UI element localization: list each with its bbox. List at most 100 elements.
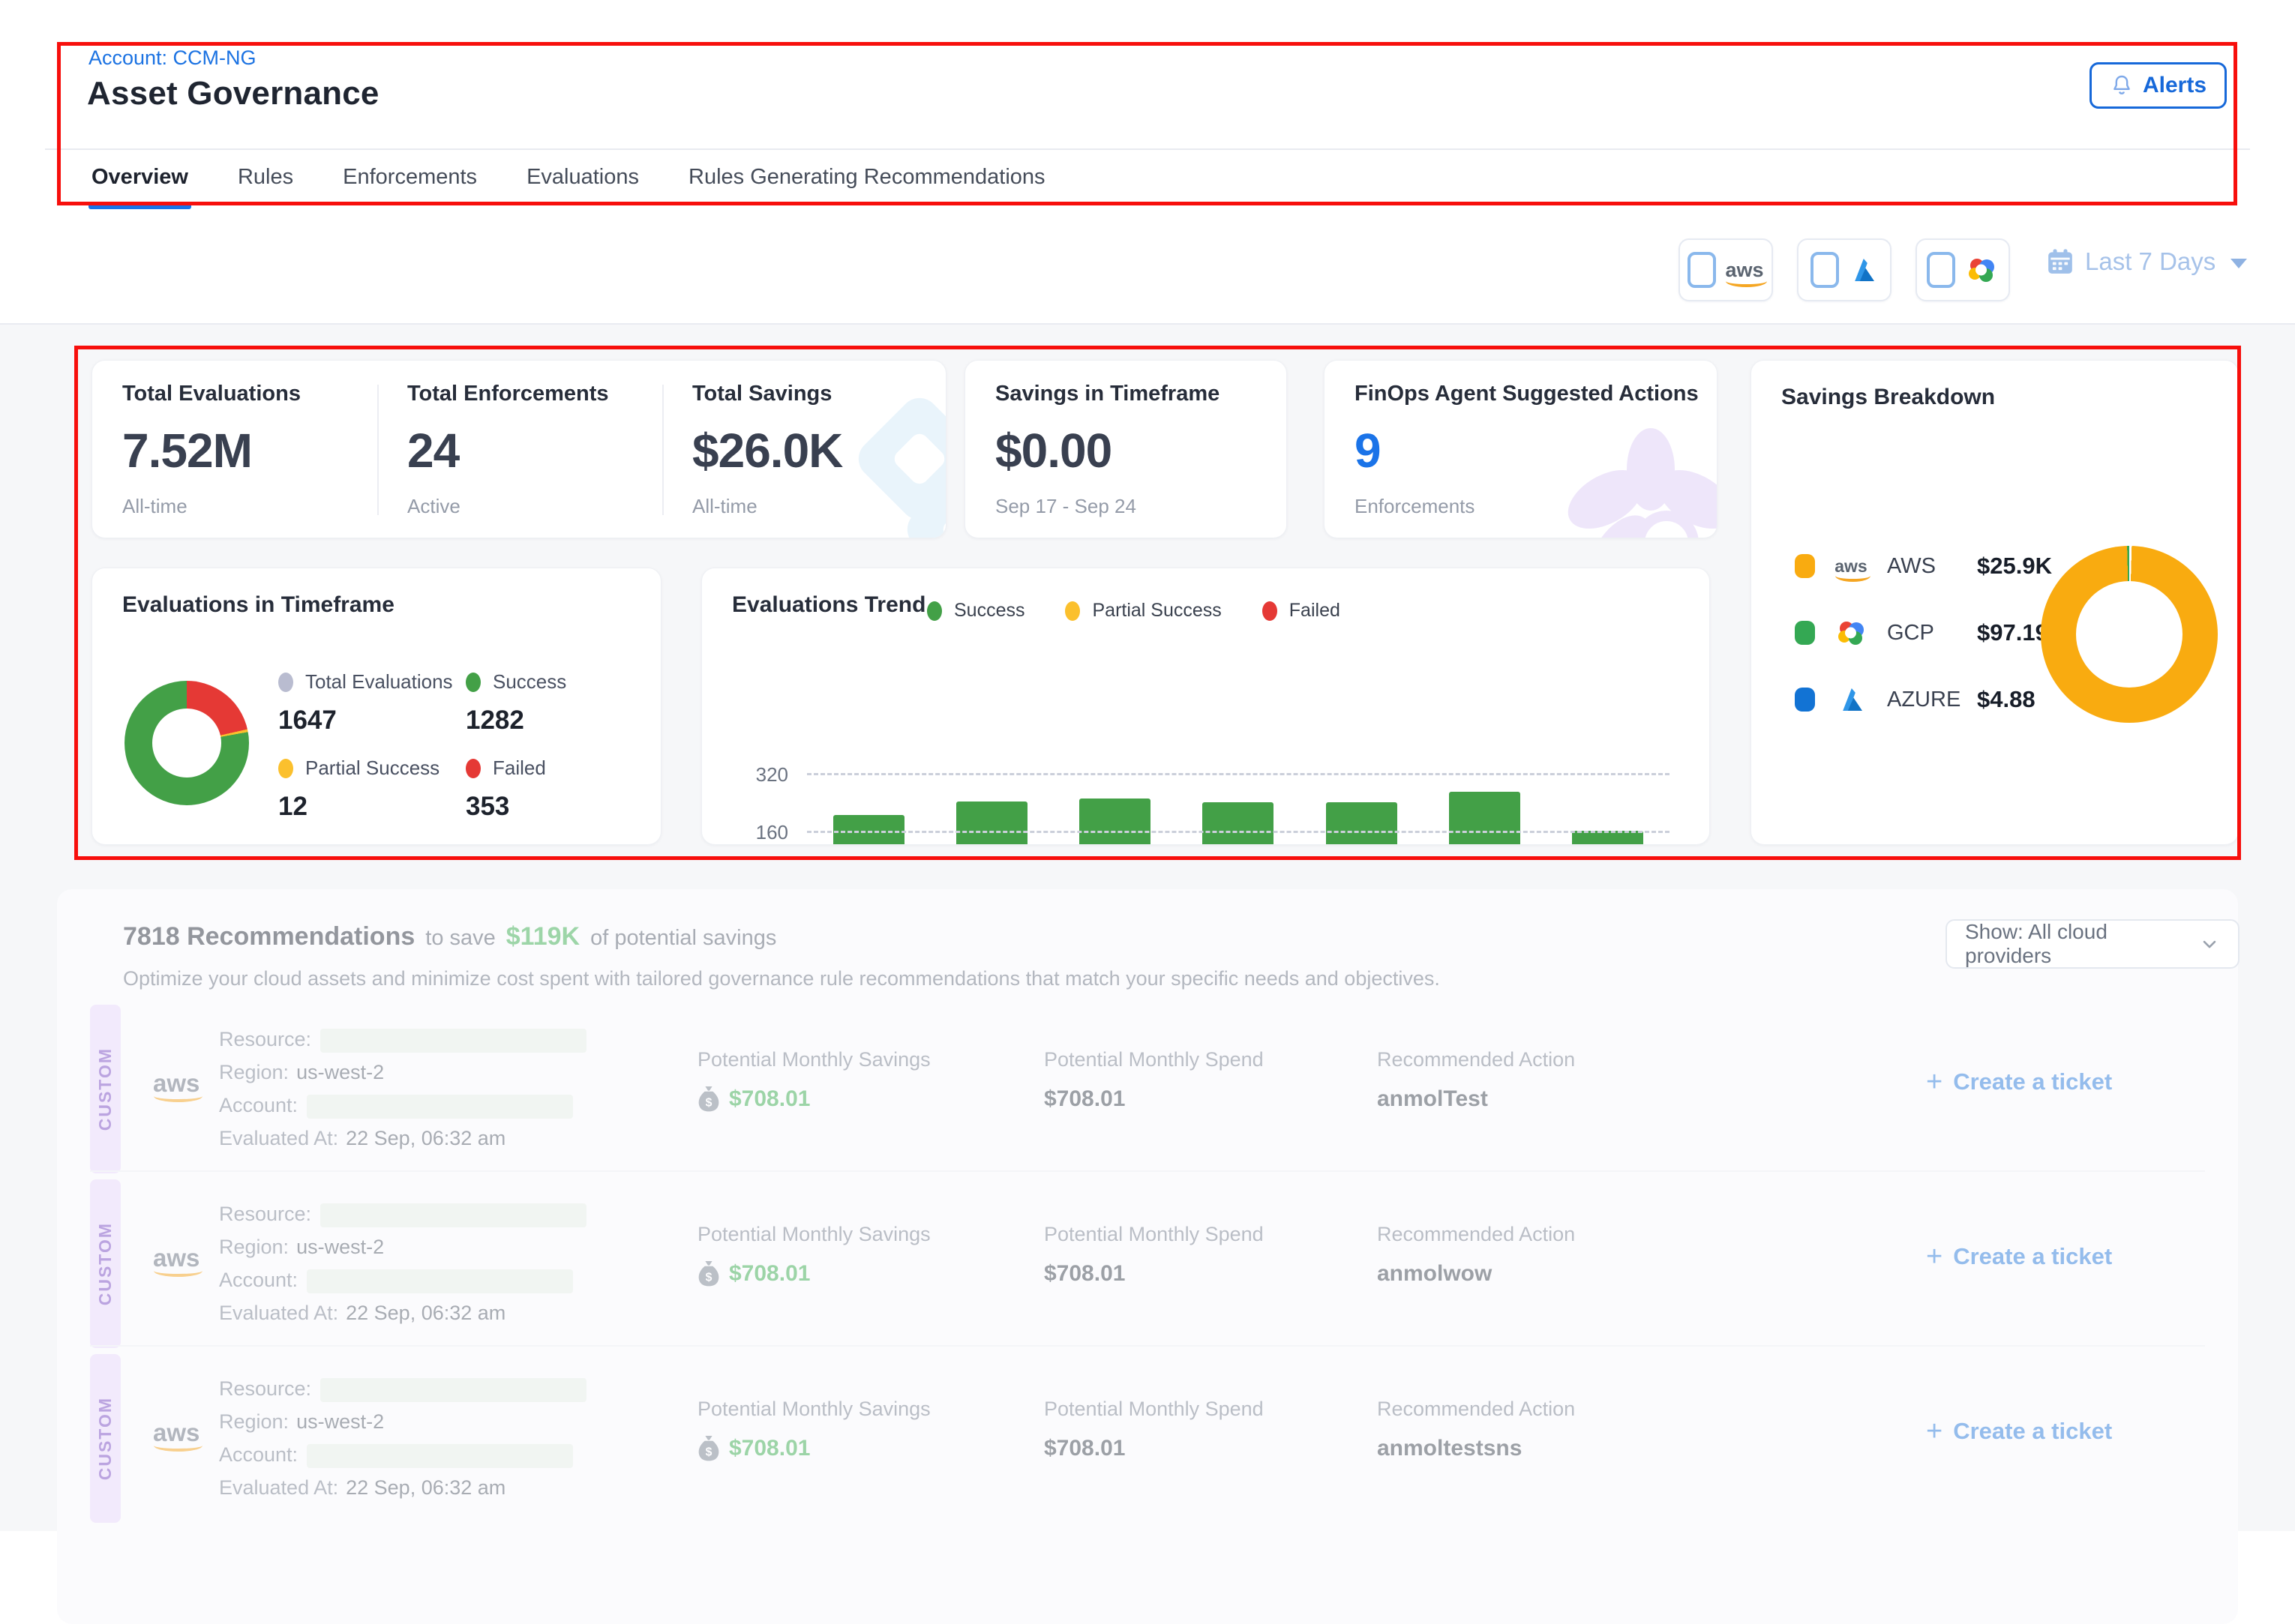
card-savings-in-timeframe: Savings in Timeframe $0.00 Sep 17 - Sep …	[964, 360, 1287, 538]
ticket-value: Create a ticket	[1953, 1243, 2112, 1270]
resource-fields: Resource: Region:us-west-2 Account: Eval…	[219, 1197, 586, 1329]
recommendation-row[interactable]: CUSTOM aws Resource: Region:us-west-2 Ac…	[90, 1354, 2205, 1523]
divider	[377, 385, 379, 515]
evaluations-legend: Total Evaluations1647Success1282Partial …	[278, 670, 653, 822]
create-ticket-button[interactable]: + Create a ticket	[1926, 1417, 2112, 1446]
bar-09/18	[956, 802, 1028, 845]
plus-icon: +	[1926, 1417, 1942, 1446]
provider-filters: aws	[1678, 238, 2010, 301]
stat-sub: Active	[407, 495, 655, 518]
tab-evaluations[interactable]: Evaluations	[524, 160, 642, 209]
aws-logo-icon: aws	[153, 1420, 200, 1445]
tab-overview[interactable]: Overview	[88, 160, 191, 209]
redacted-value	[320, 1378, 586, 1402]
tag-value: CUSTOM	[95, 1397, 116, 1480]
recommendation-row[interactable]: CUSTOM aws Resource: Region:us-west-2 Ac…	[90, 1005, 2205, 1173]
provider-filter-aws[interactable]: aws	[1678, 238, 1773, 301]
stat-label: FinOps Agent Suggested Actions	[1354, 382, 1700, 406]
custom-tag: CUSTOM	[90, 1005, 121, 1173]
svg-text:$: $	[706, 1272, 712, 1284]
potential-monthly-spend: Potential Monthly Spend $708.01	[1044, 1223, 1264, 1287]
card-savings-breakdown: Savings Breakdown awsAWS$25.9KGCP$97.19A…	[1750, 360, 2239, 845]
spend-value: $708.01	[1044, 1436, 1264, 1461]
card-evaluations-trend: Evaluations Trend SuccessPartial Success…	[701, 568, 1710, 845]
tag-value: CUSTOM	[95, 1047, 116, 1131]
trend-bar-column-09/21	[1300, 658, 1423, 845]
evaluated-value: 22 Sep, 06:32 am	[346, 1127, 506, 1149]
evaluated-label: Evaluated At:	[219, 1127, 338, 1149]
stat-sub: Sep 17 - Sep 24	[995, 495, 1258, 518]
stat-sub: All-time	[692, 495, 917, 518]
card-finops-agent: FinOps Agent Suggested Actions 9 Enforce…	[1324, 360, 1718, 538]
date-range-selector[interactable]: Last 7 Days	[2046, 247, 2247, 276]
potential-monthly-savings: Potential Monthly Savings $ $708.01	[698, 1223, 931, 1287]
action-label: Recommended Action	[1377, 1223, 1575, 1246]
eval-legend-failed: Failed353	[466, 757, 653, 822]
aws-logo-icon: aws	[153, 1071, 200, 1095]
tab-rules-generating-recommendations[interactable]: Rules Generating Recommendations	[686, 160, 1048, 209]
trend-bar-column-09/22	[1423, 658, 1546, 845]
aws-logo-icon: aws	[153, 1245, 200, 1270]
eval-legend-partial-success: Partial Success12	[278, 757, 466, 822]
evaluated-label: Evaluated At:	[219, 1476, 338, 1499]
stat-sub: All-time	[122, 495, 370, 518]
tag-value: CUSTOM	[95, 1222, 116, 1305]
spend-label: Potential Monthly Spend	[1044, 1048, 1264, 1071]
checkbox[interactable]	[1688, 252, 1716, 288]
redacted-value	[320, 1203, 586, 1227]
bar-09/17	[833, 815, 904, 845]
checkbox[interactable]	[1927, 252, 1955, 288]
ticket-value: Create a ticket	[1953, 1418, 2112, 1445]
account-link[interactable]: Account: CCM-NG	[88, 46, 256, 70]
create-ticket-button[interactable]: + Create a ticket	[1926, 1068, 2112, 1096]
bar-09/19	[1079, 799, 1150, 845]
account-label: Account:	[219, 1443, 298, 1466]
money-bag-icon: $	[698, 1436, 720, 1461]
alerts-button[interactable]: Alerts	[2090, 62, 2227, 109]
evaluations-donut	[124, 681, 249, 805]
trend-legend: SuccessPartial SuccessFailed	[927, 600, 1340, 622]
gridline-160	[807, 831, 1670, 833]
account-label: Account:	[219, 1269, 298, 1291]
recommendations-section: 7818 Recommendations to save $119K of po…	[57, 889, 2238, 1624]
resource-label: Resource:	[219, 1203, 311, 1225]
page-title: Asset Governance	[87, 75, 380, 112]
evaluated-value: 22 Sep, 06:32 am	[346, 1302, 506, 1324]
card-evaluations-in-timeframe: Evaluations in Timeframe Total Evaluatio…	[92, 568, 662, 845]
row-separator	[90, 1345, 2205, 1347]
checkbox[interactable]	[1810, 252, 1839, 288]
account-label: Account:	[219, 1094, 298, 1116]
breakdown-legend-azure: AZURE$4.88	[1795, 679, 2052, 721]
recommendation-row[interactable]: CUSTOM aws Resource: Region:us-west-2 Ac…	[90, 1179, 2205, 1348]
resource-fields: Resource: Region:us-west-2 Account: Eval…	[219, 1372, 586, 1504]
tab-rules[interactable]: Rules	[235, 160, 296, 209]
alerts-label: Alerts	[2143, 73, 2206, 98]
stat-label: Total Evaluations	[122, 382, 370, 406]
savings-label: Potential Monthly Savings	[698, 1398, 931, 1421]
action-value: anmoltestsns	[1377, 1436, 1575, 1461]
region-label: Region:	[219, 1410, 289, 1433]
svg-text:$: $	[706, 1446, 712, 1459]
bar-segment-success	[956, 802, 1028, 845]
provider-filter-azure[interactable]	[1797, 238, 1892, 301]
provider-filter-gcp[interactable]	[1916, 238, 2010, 301]
stat-label: Total Savings	[692, 382, 917, 406]
create-ticket-button[interactable]: + Create a ticket	[1926, 1242, 2112, 1271]
bar-09/22	[1449, 792, 1520, 845]
tabs: Overview Rules Enforcements Evaluations Rule…	[88, 160, 1048, 209]
action-value: anmolTest	[1377, 1086, 1575, 1112]
spend-value: $708.01	[1044, 1086, 1264, 1112]
stat-value: 7.52M	[122, 423, 370, 478]
tab-enforcements[interactable]: Enforcements	[340, 160, 480, 209]
potential-monthly-savings: Potential Monthly Savings $ $708.01	[698, 1398, 931, 1461]
custom-tag: CUSTOM	[90, 1179, 121, 1348]
potential-monthly-spend: Potential Monthly Spend $708.01	[1044, 1398, 1264, 1461]
y-tick-320: 320	[724, 763, 788, 787]
savings-value: $708.01	[729, 1086, 810, 1112]
redacted-value	[307, 1095, 573, 1119]
eval-legend-success: Success1282	[466, 670, 653, 736]
stat-total-evaluations: Total Evaluations 7.52M All-time	[122, 382, 370, 518]
savings-value: $708.01	[729, 1261, 810, 1287]
trend-bar-column-09/20	[1177, 658, 1300, 845]
savings-breakdown-donut	[2041, 546, 2218, 723]
